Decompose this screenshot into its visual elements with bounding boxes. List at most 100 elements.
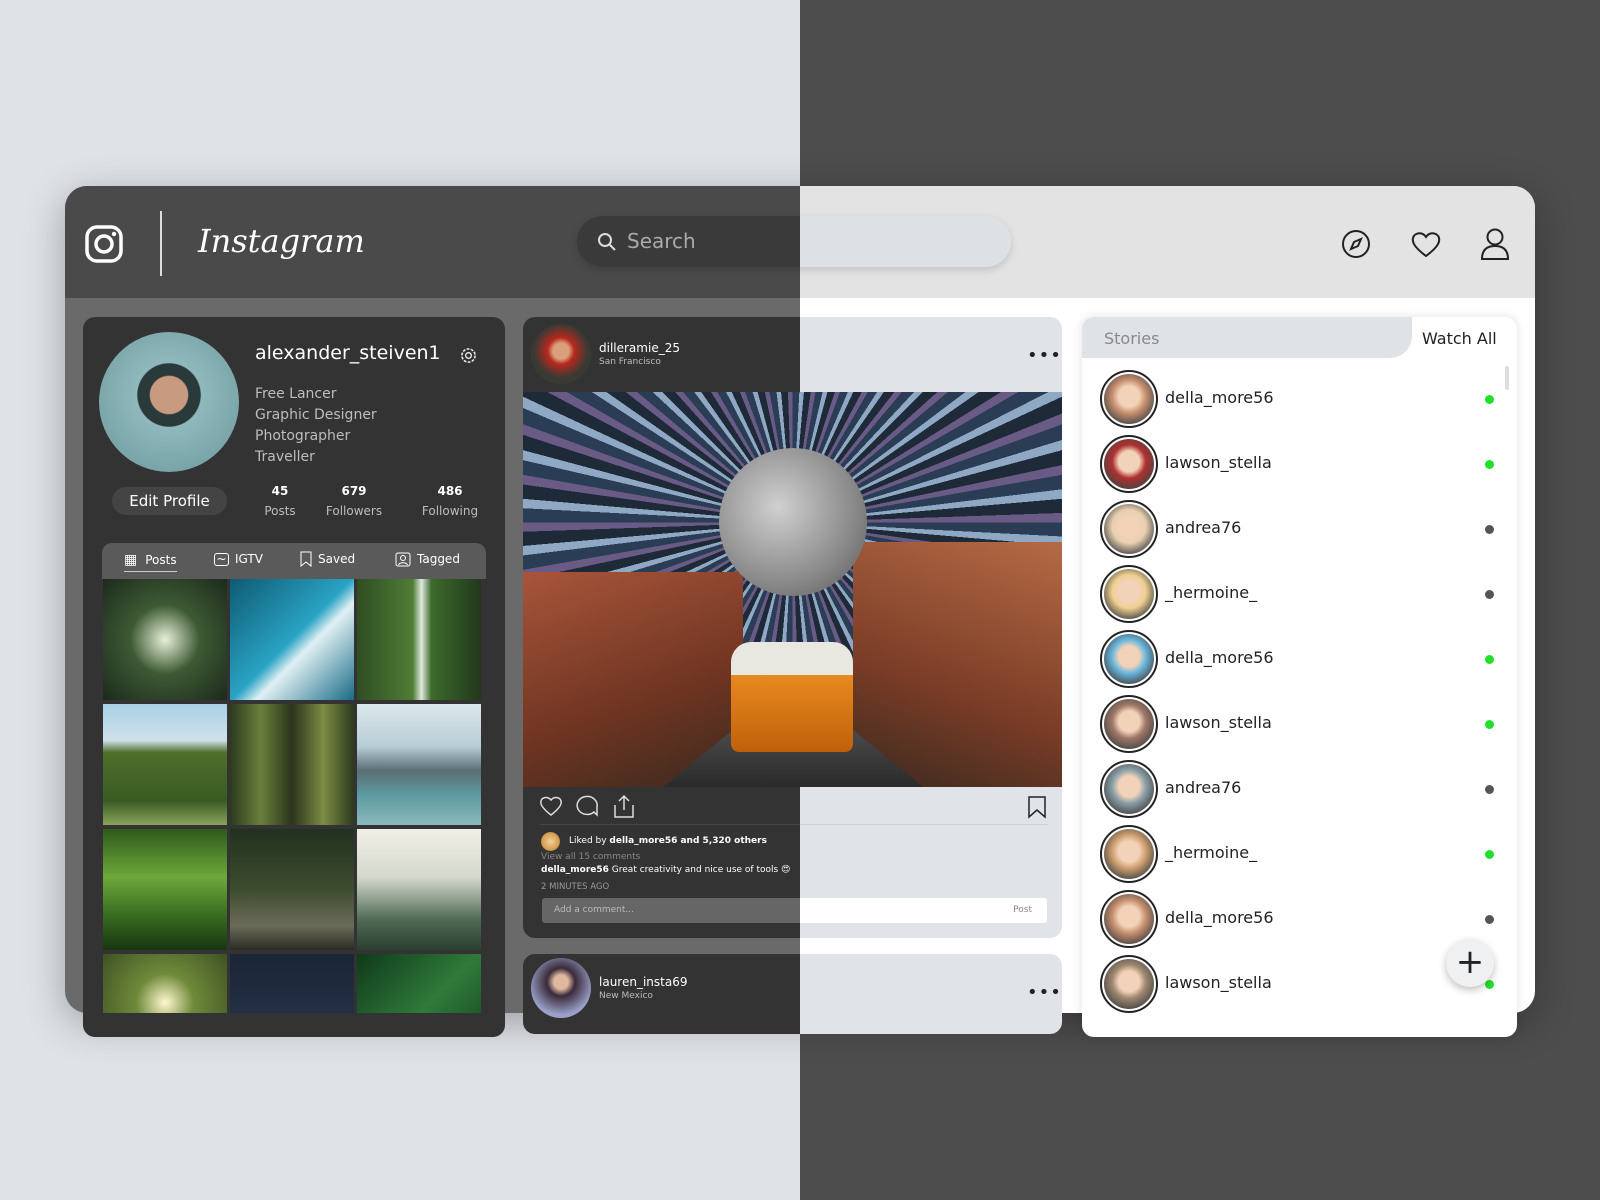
tab-label: IGTV xyxy=(235,552,263,566)
tag-user-icon xyxy=(395,552,411,567)
photo-thumb[interactable] xyxy=(357,829,481,950)
story-avatar[interactable] xyxy=(1100,890,1158,948)
search-icon xyxy=(598,233,616,251)
profile-avatar[interactable] xyxy=(99,332,239,472)
post-author-avatar[interactable] xyxy=(531,324,591,384)
photo-thumb[interactable] xyxy=(103,954,227,1013)
photo-thumb[interactable] xyxy=(357,704,481,825)
offline-status-dot xyxy=(1485,525,1494,534)
photo-thumb[interactable] xyxy=(103,704,227,825)
stories-title: Stories xyxy=(1104,329,1160,348)
stat-label: Followers xyxy=(325,504,383,518)
bookmark-icon xyxy=(300,551,312,567)
tab-posts[interactable]: ▦ Posts xyxy=(124,552,177,572)
instagram-icon[interactable] xyxy=(84,224,124,264)
photo-thumb[interactable] xyxy=(357,579,481,700)
story-item[interactable]: andrea76 xyxy=(1100,500,1500,560)
post-comment-button[interactable]: Post xyxy=(1013,905,1032,915)
add-story-button[interactable]: + xyxy=(1446,939,1494,987)
search-input[interactable]: Search xyxy=(577,216,1011,267)
tab-label: Saved xyxy=(318,552,356,566)
edit-profile-button[interactable]: Edit Profile xyxy=(112,487,227,515)
stat-posts[interactable]: 45 Posts xyxy=(240,484,320,518)
story-item[interactable]: della_more56 xyxy=(1100,370,1500,430)
story-item[interactable]: della_more56 xyxy=(1100,890,1500,950)
comment-icon[interactable] xyxy=(576,795,600,819)
story-item[interactable]: _hermoine_ xyxy=(1100,565,1500,625)
comment-author[interactable]: della_more56 xyxy=(541,865,609,875)
more-options-icon[interactable]: ••• xyxy=(1027,982,1062,1003)
gear-icon[interactable] xyxy=(460,347,477,364)
post-author-avatar[interactable] xyxy=(531,958,591,1018)
watch-all-button[interactable]: Watch All xyxy=(1422,329,1497,348)
instagram-wordmark[interactable]: Instagram xyxy=(198,222,365,260)
photo-thumb[interactable] xyxy=(103,579,227,700)
online-status-dot xyxy=(1485,460,1494,469)
likes-text[interactable]: Liked by della_more56 and 5,320 others xyxy=(569,836,767,846)
comment-text: Great creativity and nice use of tools 😍 xyxy=(611,865,791,875)
photo-thumb[interactable] xyxy=(230,954,354,1013)
post-author-name[interactable]: dilleramie_25 xyxy=(599,341,680,355)
post-location: San Francisco xyxy=(599,357,661,367)
post-author-name[interactable]: lauren_insta69 xyxy=(599,975,687,989)
story-item[interactable]: andrea76 xyxy=(1100,760,1500,820)
tv-icon: ~ xyxy=(214,552,229,566)
tab-label: Posts xyxy=(145,553,177,567)
story-item[interactable]: lawson_stella xyxy=(1100,955,1500,1015)
post-image[interactable] xyxy=(523,392,1062,787)
like-icon[interactable] xyxy=(539,795,563,817)
story-username: lawson_stella xyxy=(1165,453,1272,472)
more-options-icon[interactable]: ••• xyxy=(1027,345,1062,366)
stat-value: 679 xyxy=(341,484,367,498)
comment-placeholder: Add a comment... xyxy=(554,905,635,915)
photo-thumb[interactable] xyxy=(230,704,354,825)
story-avatar[interactable] xyxy=(1100,955,1158,1013)
story-item[interactable]: della_more56 xyxy=(1100,630,1500,690)
bio-line: Photographer xyxy=(255,428,351,444)
story-item[interactable]: _hermoine_ xyxy=(1100,825,1500,885)
likes-count: and 5,320 others xyxy=(677,836,767,846)
photo-thumb[interactable] xyxy=(230,579,354,700)
story-username: andrea76 xyxy=(1165,778,1242,797)
bookmark-icon[interactable] xyxy=(1027,795,1047,819)
story-avatar[interactable] xyxy=(1100,370,1158,428)
story-avatar[interactable] xyxy=(1100,565,1158,623)
post-time: 2 MINUTES AGO xyxy=(541,882,610,892)
offline-status-dot xyxy=(1485,590,1494,599)
post-location: New Mexico xyxy=(599,991,653,1001)
story-item[interactable]: lawson_stella xyxy=(1100,435,1500,495)
view-comments-link[interactable]: View all 15 comments xyxy=(541,852,640,862)
tab-saved[interactable]: Saved xyxy=(300,551,355,567)
photo-thumb[interactable] xyxy=(230,829,354,950)
story-avatar[interactable] xyxy=(1100,695,1158,753)
stat-followers[interactable]: 679 Followers xyxy=(314,484,394,518)
story-avatar[interactable] xyxy=(1100,500,1158,558)
photo-thumb[interactable] xyxy=(357,954,481,1013)
story-avatar[interactable] xyxy=(1100,825,1158,883)
stat-label: Posts xyxy=(264,504,296,518)
online-status-dot xyxy=(1485,850,1494,859)
profile-username: alexander_steiven1 xyxy=(255,342,441,364)
photo-grid xyxy=(102,579,486,1013)
user-icon[interactable] xyxy=(1480,227,1510,261)
story-avatar[interactable] xyxy=(1100,760,1158,818)
liker-name[interactable]: della_more56 xyxy=(609,836,677,846)
photo-thumb[interactable] xyxy=(103,829,227,950)
tab-igtv[interactable]: ~ IGTV xyxy=(214,552,263,566)
profile-bio: Free Lancer Graphic Designer Photographe… xyxy=(255,384,377,468)
offline-status-dot xyxy=(1485,785,1494,794)
tab-tagged[interactable]: Tagged xyxy=(395,551,460,567)
comment-input[interactable]: Add a comment... Post xyxy=(542,898,1047,923)
profile-tabs: ▦ Posts ~ IGTV Saved Tagged xyxy=(102,543,486,579)
share-icon[interactable] xyxy=(612,793,636,819)
story-avatar[interactable] xyxy=(1100,435,1158,493)
heart-icon[interactable] xyxy=(1410,229,1442,259)
story-item[interactable]: lawson_stella xyxy=(1100,695,1500,755)
stat-following[interactable]: 486 Following xyxy=(410,484,490,518)
compass-icon[interactable] xyxy=(1341,229,1371,259)
stories-header: Stories xyxy=(1082,317,1412,358)
scrollbar[interactable] xyxy=(1505,366,1509,390)
story-username: della_more56 xyxy=(1165,908,1274,927)
comment: della_more56 Great creativity and nice u… xyxy=(541,865,790,875)
story-avatar[interactable] xyxy=(1100,630,1158,688)
